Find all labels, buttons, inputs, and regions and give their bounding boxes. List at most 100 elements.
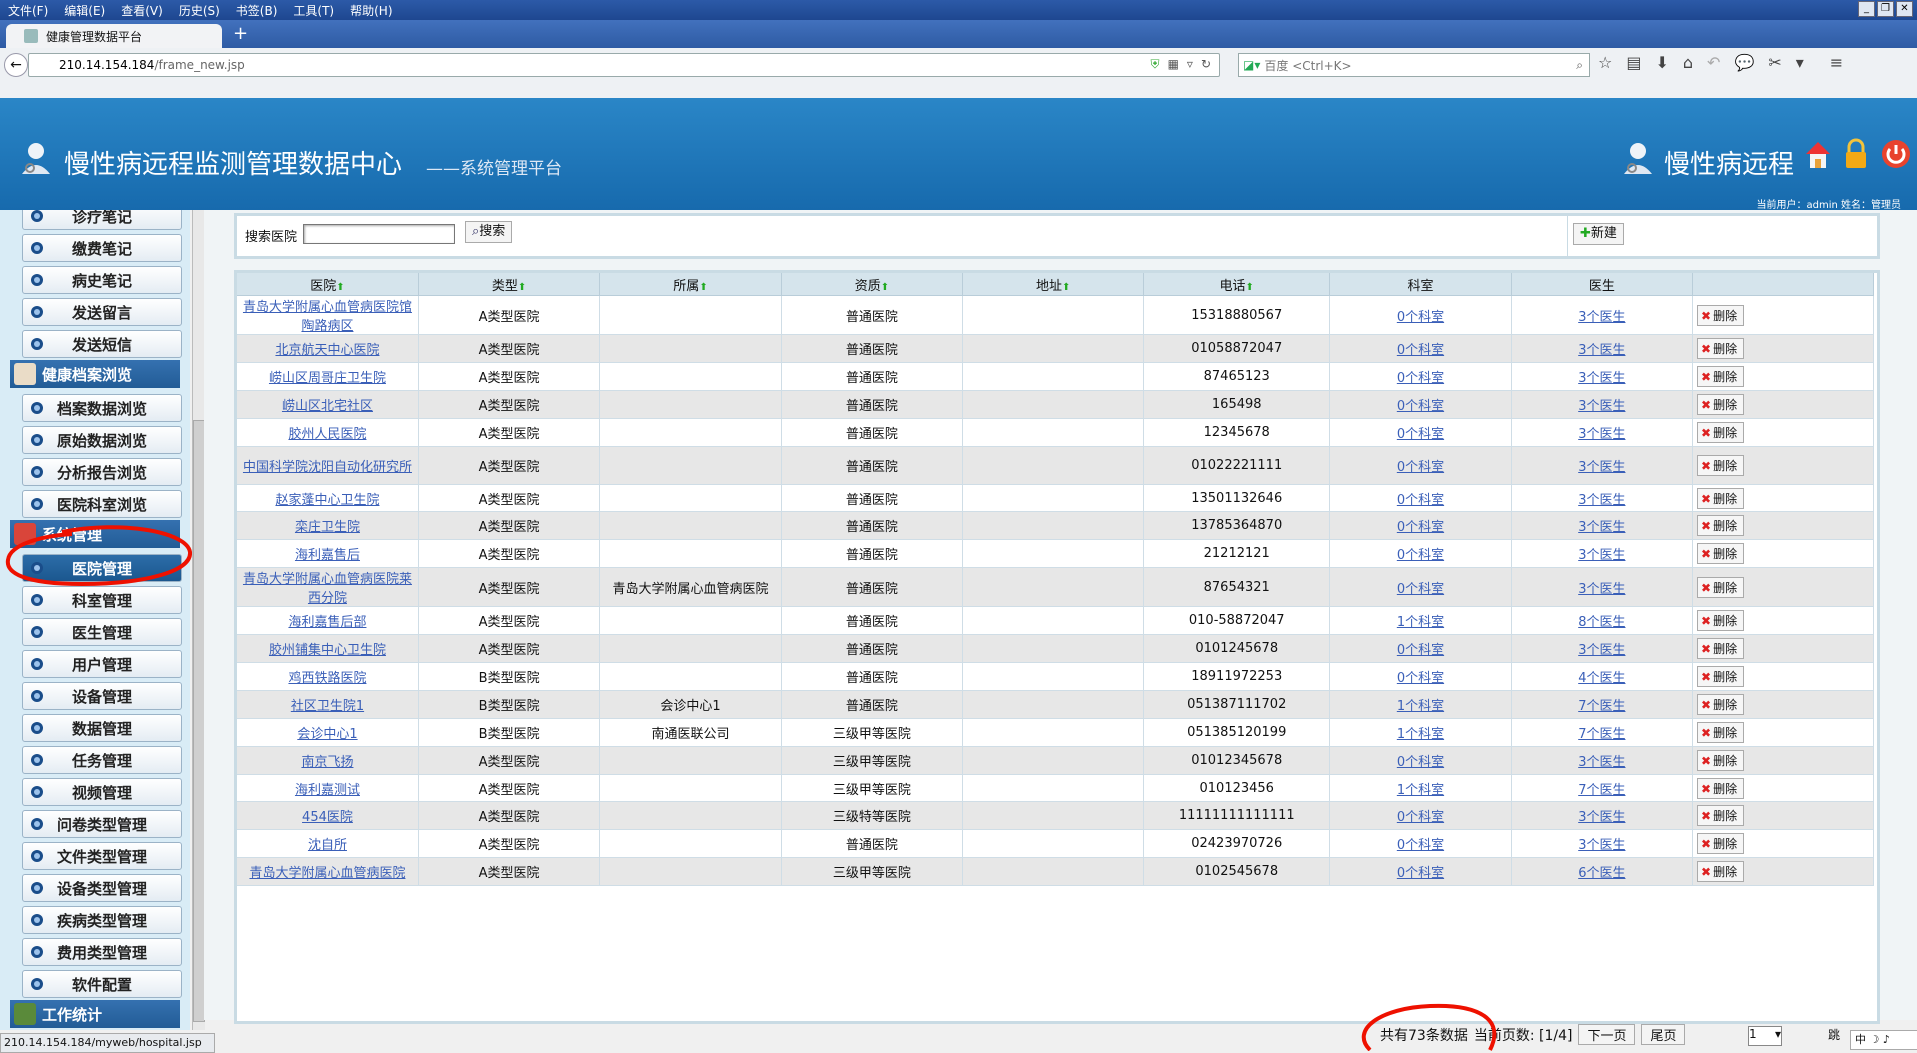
hospital-name-link[interactable]: 南京飞扬 — [301, 755, 353, 770]
sidebar-item[interactable]: 发送短信 — [22, 330, 182, 358]
last-page-button[interactable]: 尾页 — [1641, 1024, 1686, 1045]
hospital-name-link[interactable]: 鸡西铁路医院 — [288, 671, 366, 686]
home-icon[interactable] — [1804, 138, 1832, 170]
sort-icon[interactable]: ⬆ — [518, 282, 526, 293]
hospital-name-link[interactable]: 中国科学院沈阳自动化研究所 — [243, 460, 412, 475]
dept-link[interactable]: 0个科室 — [1397, 810, 1444, 825]
dept-link[interactable]: 0个科室 — [1397, 343, 1444, 358]
restore-icon[interactable]: ❐ — [1877, 1, 1894, 17]
dept-link[interactable]: 0个科室 — [1397, 310, 1444, 325]
delete-button[interactable]: ✖ 删除 — [1697, 610, 1745, 632]
hospital-name-link[interactable]: 崂山区北宅社区 — [282, 399, 373, 414]
sidebar-section[interactable]: 健康档案浏览 — [10, 360, 180, 388]
dept-link[interactable]: 0个科室 — [1397, 399, 1444, 414]
doctor-link[interactable]: 4个医生 — [1578, 671, 1625, 686]
hospital-name-link[interactable]: 沈自所 — [308, 838, 347, 853]
dept-link[interactable]: 0个科室 — [1397, 582, 1444, 597]
sidebar-item[interactable]: 分析报告浏览 — [22, 458, 182, 486]
dept-link[interactable]: 1个科室 — [1397, 727, 1444, 742]
sidebar-item[interactable]: 病史笔记 — [22, 266, 182, 294]
hospital-name-link[interactable]: 会诊中心1 — [297, 727, 357, 742]
delete-button[interactable]: ✖ 删除 — [1697, 749, 1745, 771]
delete-button[interactable]: ✖ 删除 — [1697, 393, 1745, 415]
crop-icon[interactable]: ✂ — [1768, 53, 1781, 72]
search-bar[interactable]: ◪▾ 百度 <Ctrl+K> ⌕ — [1238, 53, 1590, 77]
dept-link[interactable]: 0个科室 — [1397, 755, 1444, 770]
hospital-search-input[interactable] — [303, 224, 455, 244]
delete-button[interactable]: ✖ 删除 — [1697, 721, 1745, 743]
sidebar-section[interactable]: 工作统计 — [10, 1000, 180, 1028]
hospital-name-link[interactable]: 栾庄卫生院 — [295, 520, 360, 535]
sidebar-item[interactable]: 文件类型管理 — [22, 842, 182, 870]
sidebar-item[interactable]: 数据管理 — [22, 714, 182, 742]
delete-button[interactable]: ✖ 删除 — [1697, 576, 1745, 598]
dept-link[interactable]: 0个科室 — [1397, 671, 1444, 686]
delete-button[interactable]: ✖ 删除 — [1697, 454, 1745, 476]
delete-button[interactable]: ✖ 删除 — [1697, 421, 1745, 443]
sort-icon[interactable]: ⬆ — [1062, 282, 1070, 293]
hospital-name-link[interactable]: 崂山区周哥庄卫生院 — [269, 371, 386, 386]
shield-icon[interactable]: ⛨ — [1151, 57, 1160, 72]
sidebar-item[interactable]: 费用类型管理 — [22, 938, 182, 966]
sidebar-item[interactable]: 任务管理 — [22, 746, 182, 774]
menu-item[interactable]: 查看(V) — [113, 2, 171, 19]
sort-icon[interactable]: ⬆ — [1246, 282, 1254, 293]
delete-button[interactable]: ✖ 删除 — [1697, 487, 1745, 509]
hospital-name-link[interactable]: 454医院 — [302, 810, 353, 825]
column-header[interactable]: 类型⬆ — [418, 273, 601, 296]
doctor-link[interactable]: 3个医生 — [1578, 755, 1625, 770]
sidebar-item[interactable]: 视频管理 — [22, 778, 182, 806]
sidebar-item[interactable]: 发送留言 — [22, 298, 182, 326]
dept-link[interactable]: 0个科室 — [1397, 371, 1444, 386]
column-header[interactable]: 所属⬆ — [599, 273, 782, 296]
magnifier-icon[interactable]: ⌕ — [1576, 58, 1583, 73]
dept-link[interactable]: 0个科室 — [1397, 838, 1444, 853]
next-page-button[interactable]: 下一页 — [1578, 1024, 1636, 1045]
delete-button[interactable]: ✖ 删除 — [1697, 805, 1745, 827]
sort-icon[interactable]: ⬆ — [699, 282, 707, 293]
hospital-name-link[interactable]: 青岛大学附属心血管病医院莱西分院 — [243, 572, 412, 606]
doctor-link[interactable]: 3个医生 — [1578, 310, 1625, 325]
back-icon[interactable]: ← — [4, 53, 28, 77]
delete-button[interactable]: ✖ 删除 — [1697, 638, 1745, 660]
column-header[interactable]: 电话⬆ — [1143, 273, 1331, 296]
sidebar-item[interactable]: 医生管理 — [22, 618, 182, 646]
delete-button[interactable]: ✖ 删除 — [1697, 543, 1745, 565]
doctor-link[interactable]: 3个医生 — [1578, 582, 1625, 597]
dept-link[interactable]: 0个科室 — [1397, 520, 1444, 535]
doctor-link[interactable]: 3个医生 — [1578, 643, 1625, 658]
hospital-name-link[interactable]: 海利嘉测试 — [295, 783, 360, 798]
menu-item[interactable]: 编辑(E) — [56, 2, 113, 19]
dept-link[interactable]: 1个科室 — [1397, 615, 1444, 630]
delete-button[interactable]: ✖ 删除 — [1697, 337, 1745, 359]
jump-button[interactable]: 跳 — [1828, 1026, 1840, 1043]
doctor-link[interactable]: 6个医生 — [1578, 866, 1625, 881]
new-button[interactable]: ✚新建 — [1573, 223, 1624, 245]
sidebar-item[interactable]: 诊疗笔记 — [22, 210, 182, 230]
delete-button[interactable]: ✖ 删除 — [1697, 515, 1745, 537]
sidebar-item[interactable]: 设备类型管理 — [22, 874, 182, 902]
doctor-link[interactable]: 3个医生 — [1578, 810, 1625, 825]
menu-item[interactable]: 工具(T) — [285, 2, 342, 19]
url-bar[interactable]: 210.14.154.184/frame_new.jsp ⛨ ▦ ▿ ↻ — [28, 53, 1220, 77]
hospital-name-link[interactable]: 北京航天中心医院 — [275, 343, 379, 358]
delete-button[interactable]: ✖ 删除 — [1697, 304, 1745, 326]
hospital-name-link[interactable]: 胶州铺集中心卫生院 — [269, 643, 386, 658]
delete-button[interactable]: ✖ 删除 — [1697, 861, 1745, 883]
sidebar-item[interactable]: 缴费笔记 — [22, 234, 182, 262]
dept-link[interactable]: 1个科室 — [1397, 699, 1444, 714]
menu-item[interactable]: 历史(S) — [171, 2, 228, 19]
reading-list-icon[interactable]: ▤ — [1626, 53, 1641, 72]
column-header[interactable]: 医院⬆ — [237, 273, 419, 296]
hospital-name-link[interactable]: 青岛大学附属心血管病医院 — [249, 866, 405, 881]
doctor-link[interactable]: 3个医生 — [1578, 520, 1625, 535]
dept-link[interactable]: 0个科室 — [1397, 493, 1444, 508]
doctor-link[interactable]: 3个医生 — [1578, 399, 1625, 414]
doctor-link[interactable]: 7个医生 — [1578, 783, 1625, 798]
home-icon[interactable]: ⌂ — [1683, 53, 1693, 72]
sort-icon[interactable]: ⬆ — [881, 282, 889, 293]
power-icon[interactable] — [1880, 138, 1912, 170]
menu-item[interactable]: 文件(F) — [0, 2, 56, 19]
download-icon[interactable]: ⬇ — [1655, 53, 1668, 72]
hospital-name-link[interactable]: 海利嘉售后 — [295, 548, 360, 563]
